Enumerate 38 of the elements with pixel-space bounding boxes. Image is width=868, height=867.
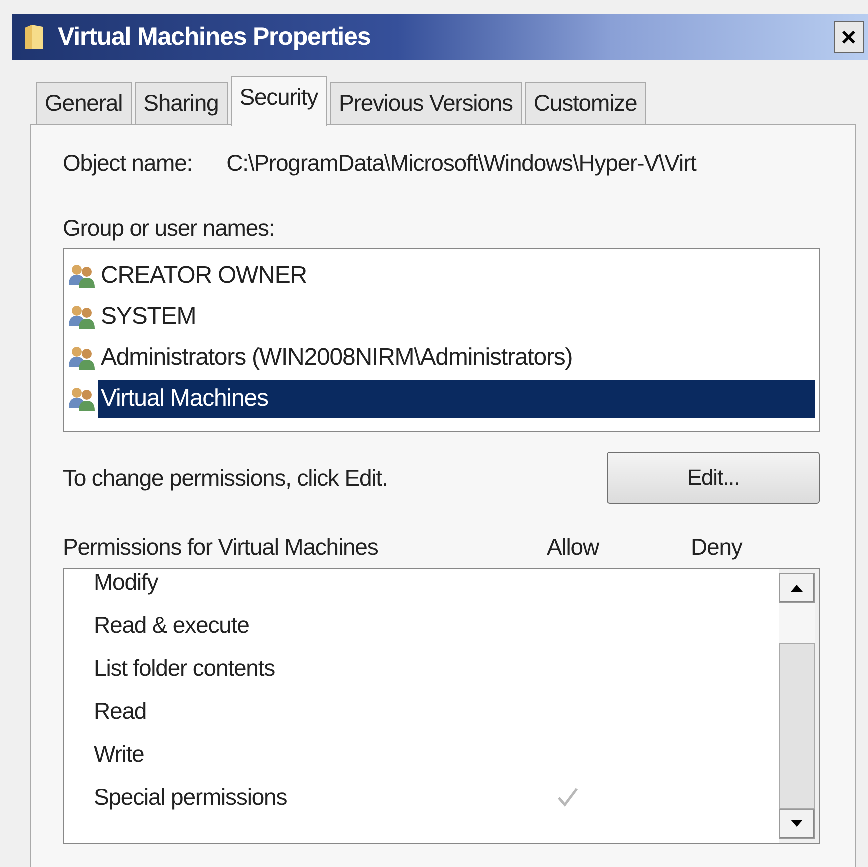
object-name-label: Object name:	[63, 150, 193, 176]
close-button[interactable]: ×	[834, 21, 864, 53]
tab[interactable]: Sharing	[134, 82, 228, 124]
tab[interactable]: General	[36, 82, 132, 124]
tab[interactable]: Customize	[524, 82, 646, 124]
tab[interactable]: Security	[230, 76, 328, 126]
permission-name: Write	[93, 741, 146, 768]
scroll-thumb[interactable]	[779, 643, 815, 809]
up-arrow-icon	[791, 584, 803, 592]
allow-header: Allow	[547, 534, 599, 561]
edit-button[interactable]: Edit...	[607, 452, 820, 504]
tab[interactable]: Previous Versions	[330, 82, 522, 124]
window-title: Virtual Machines Properties	[58, 22, 372, 52]
scroll-down-button[interactable]	[779, 809, 815, 839]
user-item[interactable]: SYSTEM	[68, 296, 815, 337]
group-list-label: Group or user names:	[63, 215, 276, 242]
users-icon	[68, 386, 96, 412]
permission-name: Read	[93, 698, 148, 725]
user-name: SYSTEM	[100, 302, 198, 332]
change-hint: To change permissions, click Edit.	[63, 464, 388, 492]
permission-name: Read & execute	[93, 612, 250, 639]
folder-icon	[24, 24, 44, 50]
down-arrow-icon	[791, 820, 803, 828]
user-item[interactable]: Administrators (WIN2008NIRM\Administrators)	[68, 337, 815, 378]
user-item[interactable]: CREATOR OWNER	[68, 255, 815, 296]
user-name: CREATOR OWNER	[100, 260, 308, 290]
deny-header: Deny	[691, 534, 742, 561]
permissions-label: Permissions for Virtual Machines	[63, 534, 378, 561]
permission-name: List folder contents	[93, 655, 276, 682]
scrollbar[interactable]	[779, 569, 819, 843]
users-icon	[68, 344, 96, 370]
users-icon	[68, 304, 96, 330]
user-name: Administrators (WIN2008NIRM\Administrators)	[100, 342, 574, 372]
permission-name: Special permissions	[93, 784, 288, 811]
users-icon	[68, 262, 96, 288]
object-path: C:\ProgramData\Microsoft\Windows\Hyper-V\Virt	[226, 150, 696, 176]
permission-name: Modify	[93, 569, 160, 596]
scroll-up-button[interactable]	[779, 573, 815, 603]
